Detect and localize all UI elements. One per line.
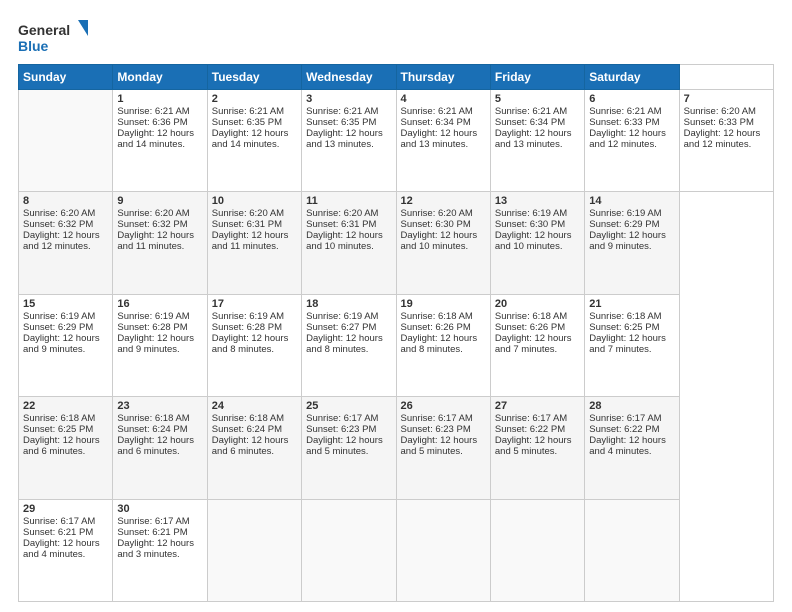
calendar-day-cell: 23Sunrise: 6:18 AMSunset: 6:24 PMDayligh…	[113, 397, 207, 499]
day-number: 21	[589, 298, 674, 310]
day-number: 25	[306, 400, 391, 412]
day-number: 26	[401, 400, 486, 412]
calendar-day-cell: 5Sunrise: 6:21 AMSunset: 6:34 PMDaylight…	[490, 90, 584, 192]
calendar-day-cell: 25Sunrise: 6:17 AMSunset: 6:23 PMDayligh…	[302, 397, 396, 499]
calendar-day-cell: 28Sunrise: 6:17 AMSunset: 6:22 PMDayligh…	[585, 397, 679, 499]
logo-svg: General Blue	[18, 18, 88, 56]
calendar-table: SundayMondayTuesdayWednesdayThursdayFrid…	[18, 64, 774, 602]
calendar-day-cell: 1Sunrise: 6:21 AMSunset: 6:36 PMDaylight…	[113, 90, 207, 192]
calendar-day-cell: 7Sunrise: 6:20 AMSunset: 6:33 PMDaylight…	[679, 90, 773, 192]
calendar-header-friday: Friday	[490, 65, 584, 90]
calendar-day-cell	[490, 499, 584, 601]
calendar-day-cell	[396, 499, 490, 601]
page: General Blue SundayMondayTuesdayWednesda…	[0, 0, 792, 612]
calendar-day-cell: 24Sunrise: 6:18 AMSunset: 6:24 PMDayligh…	[207, 397, 301, 499]
day-number: 1	[117, 93, 202, 105]
calendar-day-cell: 21Sunrise: 6:18 AMSunset: 6:25 PMDayligh…	[585, 294, 679, 396]
calendar-week-row: 15Sunrise: 6:19 AMSunset: 6:29 PMDayligh…	[19, 294, 774, 396]
day-number: 18	[306, 298, 391, 310]
day-number: 24	[212, 400, 297, 412]
header: General Blue	[18, 18, 774, 56]
day-number: 10	[212, 195, 297, 207]
day-number: 20	[495, 298, 580, 310]
calendar-header-tuesday: Tuesday	[207, 65, 301, 90]
calendar-week-row: 1Sunrise: 6:21 AMSunset: 6:36 PMDaylight…	[19, 90, 774, 192]
calendar-day-cell: 27Sunrise: 6:17 AMSunset: 6:22 PMDayligh…	[490, 397, 584, 499]
calendar-day-cell: 29Sunrise: 6:17 AMSunset: 6:21 PMDayligh…	[19, 499, 113, 601]
calendar-header-wednesday: Wednesday	[302, 65, 396, 90]
calendar-body: 1Sunrise: 6:21 AMSunset: 6:36 PMDaylight…	[19, 90, 774, 602]
calendar-week-row: 22Sunrise: 6:18 AMSunset: 6:25 PMDayligh…	[19, 397, 774, 499]
calendar-header-sunday: Sunday	[19, 65, 113, 90]
calendar-day-cell: 16Sunrise: 6:19 AMSunset: 6:28 PMDayligh…	[113, 294, 207, 396]
day-number: 9	[117, 195, 202, 207]
calendar-day-cell: 15Sunrise: 6:19 AMSunset: 6:29 PMDayligh…	[19, 294, 113, 396]
svg-text:General: General	[18, 22, 70, 38]
day-number: 14	[589, 195, 674, 207]
calendar-day-cell: 13Sunrise: 6:19 AMSunset: 6:30 PMDayligh…	[490, 192, 584, 294]
day-number: 12	[401, 195, 486, 207]
day-number: 27	[495, 400, 580, 412]
calendar-day-cell: 12Sunrise: 6:20 AMSunset: 6:30 PMDayligh…	[396, 192, 490, 294]
calendar-day-cell: 19Sunrise: 6:18 AMSunset: 6:26 PMDayligh…	[396, 294, 490, 396]
calendar-day-cell: 3Sunrise: 6:21 AMSunset: 6:35 PMDaylight…	[302, 90, 396, 192]
calendar-day-cell: 6Sunrise: 6:21 AMSunset: 6:33 PMDaylight…	[585, 90, 679, 192]
svg-text:Blue: Blue	[18, 38, 49, 54]
day-number: 15	[23, 298, 108, 310]
calendar-day-cell: 11Sunrise: 6:20 AMSunset: 6:31 PMDayligh…	[302, 192, 396, 294]
day-number: 13	[495, 195, 580, 207]
day-number: 4	[401, 93, 486, 105]
calendar-day-cell	[207, 499, 301, 601]
calendar-day-cell: 18Sunrise: 6:19 AMSunset: 6:27 PMDayligh…	[302, 294, 396, 396]
day-number: 11	[306, 195, 391, 207]
calendar-day-cell: 20Sunrise: 6:18 AMSunset: 6:26 PMDayligh…	[490, 294, 584, 396]
day-number: 30	[117, 503, 202, 515]
calendar-day-cell: 9Sunrise: 6:20 AMSunset: 6:32 PMDaylight…	[113, 192, 207, 294]
calendar-header-monday: Monday	[113, 65, 207, 90]
day-number: 8	[23, 195, 108, 207]
calendar-day-cell: 26Sunrise: 6:17 AMSunset: 6:23 PMDayligh…	[396, 397, 490, 499]
day-number: 7	[684, 93, 769, 105]
calendar-header-thursday: Thursday	[396, 65, 490, 90]
day-number: 16	[117, 298, 202, 310]
calendar-day-cell: 17Sunrise: 6:19 AMSunset: 6:28 PMDayligh…	[207, 294, 301, 396]
day-number: 3	[306, 93, 391, 105]
day-number: 28	[589, 400, 674, 412]
calendar-header-saturday: Saturday	[585, 65, 679, 90]
day-number: 6	[589, 93, 674, 105]
calendar-day-cell: 22Sunrise: 6:18 AMSunset: 6:25 PMDayligh…	[19, 397, 113, 499]
day-number: 2	[212, 93, 297, 105]
calendar-day-cell: 8Sunrise: 6:20 AMSunset: 6:32 PMDaylight…	[19, 192, 113, 294]
day-number: 23	[117, 400, 202, 412]
calendar-header-row: SundayMondayTuesdayWednesdayThursdayFrid…	[19, 65, 774, 90]
day-number: 19	[401, 298, 486, 310]
calendar-day-cell	[585, 499, 679, 601]
calendar-day-cell: 14Sunrise: 6:19 AMSunset: 6:29 PMDayligh…	[585, 192, 679, 294]
day-number: 22	[23, 400, 108, 412]
day-number: 29	[23, 503, 108, 515]
calendar-week-row: 29Sunrise: 6:17 AMSunset: 6:21 PMDayligh…	[19, 499, 774, 601]
calendar-day-cell: 4Sunrise: 6:21 AMSunset: 6:34 PMDaylight…	[396, 90, 490, 192]
empty-cell	[19, 90, 113, 192]
calendar-day-cell	[302, 499, 396, 601]
calendar-week-row: 8Sunrise: 6:20 AMSunset: 6:32 PMDaylight…	[19, 192, 774, 294]
calendar-day-cell: 10Sunrise: 6:20 AMSunset: 6:31 PMDayligh…	[207, 192, 301, 294]
calendar-day-cell: 2Sunrise: 6:21 AMSunset: 6:35 PMDaylight…	[207, 90, 301, 192]
day-number: 17	[212, 298, 297, 310]
calendar-day-cell: 30Sunrise: 6:17 AMSunset: 6:21 PMDayligh…	[113, 499, 207, 601]
logo: General Blue	[18, 18, 88, 56]
day-number: 5	[495, 93, 580, 105]
